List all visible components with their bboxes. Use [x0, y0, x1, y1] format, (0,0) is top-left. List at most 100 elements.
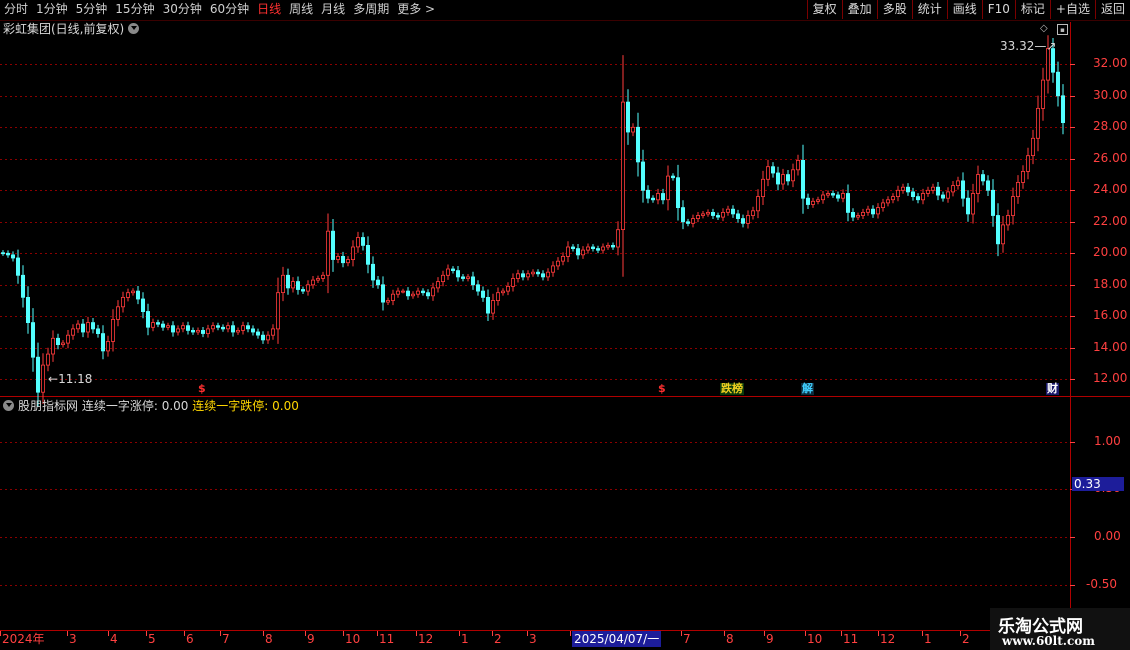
indicator-value-up: 0.00: [161, 399, 189, 413]
candle-body-177: [886, 199, 891, 204]
candle-body-176: [881, 202, 886, 208]
candle-173: [866, 205, 871, 216]
candle-107: [536, 269, 541, 277]
event-marker-0[interactable]: $: [198, 383, 206, 395]
candle-48: [240, 321, 245, 335]
date-label-10: 12: [418, 632, 434, 646]
candle-139: [696, 212, 701, 223]
candle-body-183: [916, 196, 921, 201]
indicator-name[interactable]: 股朋指标网: [18, 399, 78, 413]
candle-body-119: [596, 248, 601, 251]
candle-145: [726, 205, 731, 216]
indicator-dropdown-icon[interactable]: [3, 400, 14, 411]
candle-52: [260, 331, 265, 344]
event-marker-2[interactable]: 跌榜: [720, 383, 744, 395]
date-label-17: 9: [766, 632, 774, 646]
candle-158: [791, 163, 796, 188]
dropdown-icon[interactable]: [128, 23, 140, 34]
candle-body-184: [921, 193, 926, 201]
candle-body-92: [460, 276, 465, 279]
candle-103: [516, 269, 521, 283]
candle-body-182: [911, 191, 916, 197]
candle-body-12: [61, 342, 66, 346]
candle-body-82: [410, 293, 415, 297]
candle-body-16: [81, 323, 86, 333]
candle-77: [385, 297, 390, 305]
kline-chart[interactable]: [0, 0, 1130, 650]
candle-127: [636, 112, 641, 177]
candle-91: [455, 266, 460, 282]
candle-19: [96, 324, 101, 338]
candle-14: [71, 324, 76, 340]
candle-body-190: [951, 185, 956, 193]
candle-body-19: [96, 328, 101, 334]
candle-body-70: [350, 246, 355, 261]
candle-118: [591, 244, 596, 252]
candle-98: [490, 293, 495, 320]
candle-206: [1031, 129, 1036, 165]
candle-72: [360, 232, 365, 251]
candle-body-71: [355, 237, 360, 248]
candle-body-105: [526, 273, 531, 278]
candle-17: [86, 316, 91, 338]
candle-21: [106, 335, 111, 357]
candle-body-139: [696, 215, 701, 219]
indicator-value-down: 0.00: [272, 399, 299, 413]
event-marker-3[interactable]: 解: [801, 383, 814, 395]
candle-body-130: [651, 197, 656, 201]
candle-body-72: [360, 237, 365, 246]
candle-body-143: [716, 215, 721, 218]
candle-body-37: [185, 325, 190, 331]
candle-172: [861, 208, 866, 219]
candle-20: [101, 325, 106, 360]
candle-body-193: [966, 197, 971, 215]
cursor-value-box: 0.33: [1072, 477, 1124, 491]
event-marker-1[interactable]: $: [658, 383, 666, 395]
event-marker-4[interactable]: 财: [1046, 383, 1059, 395]
candle-116: [581, 246, 586, 259]
indicator-header: 股朋指标网 连续一字涨停: 0.00 连续一字跌停: 0.00: [3, 398, 299, 414]
candle-207: [1036, 95, 1041, 152]
candle-body-57: [285, 274, 290, 289]
candle-55: [275, 277, 280, 344]
candle-body-53: [265, 334, 270, 341]
candle-185: [926, 186, 931, 197]
candle-body-17: [86, 322, 91, 333]
candle-body-138: [691, 218, 696, 224]
candle-body-168: [841, 193, 846, 199]
candle-body-142: [711, 211, 716, 216]
candle-body-122: [611, 244, 616, 248]
candle-142: [711, 208, 716, 219]
candle-body-211: [1056, 71, 1061, 97]
candle-body-110: [551, 265, 556, 273]
candle-body-74: [370, 263, 375, 281]
candle-body-93: [465, 276, 470, 279]
candle-body-148: [741, 218, 746, 224]
candle-body-167: [836, 194, 841, 199]
candle-175: [876, 203, 881, 219]
candle-117: [586, 243, 591, 254]
candle-189: [946, 187, 951, 203]
candle-body-131: [656, 193, 661, 201]
candle-body-107: [536, 271, 541, 275]
candle-body-15: [76, 323, 81, 330]
candle-body-83: [415, 290, 420, 295]
candle-body-198: [991, 189, 996, 216]
candle-body-86: [430, 287, 435, 297]
diamond-icon[interactable]: ◇: [1040, 24, 1050, 34]
date-label-7: 9: [307, 632, 315, 646]
candle-45: [225, 322, 230, 333]
candle-186: [931, 183, 936, 194]
candle-body-102: [510, 278, 515, 287]
window-icon[interactable]: ▪: [1057, 24, 1068, 35]
candle-94: [470, 271, 475, 290]
candle-160: [801, 144, 806, 214]
candle-197: [986, 175, 991, 196]
date-label-12: 2: [494, 632, 502, 646]
candle-body-75: [375, 279, 380, 286]
candle-body-115: [576, 248, 581, 256]
candle-body-192: [961, 180, 966, 199]
candle-25: [126, 288, 131, 302]
candle-168: [841, 189, 846, 203]
candle-body-39: [195, 329, 200, 333]
